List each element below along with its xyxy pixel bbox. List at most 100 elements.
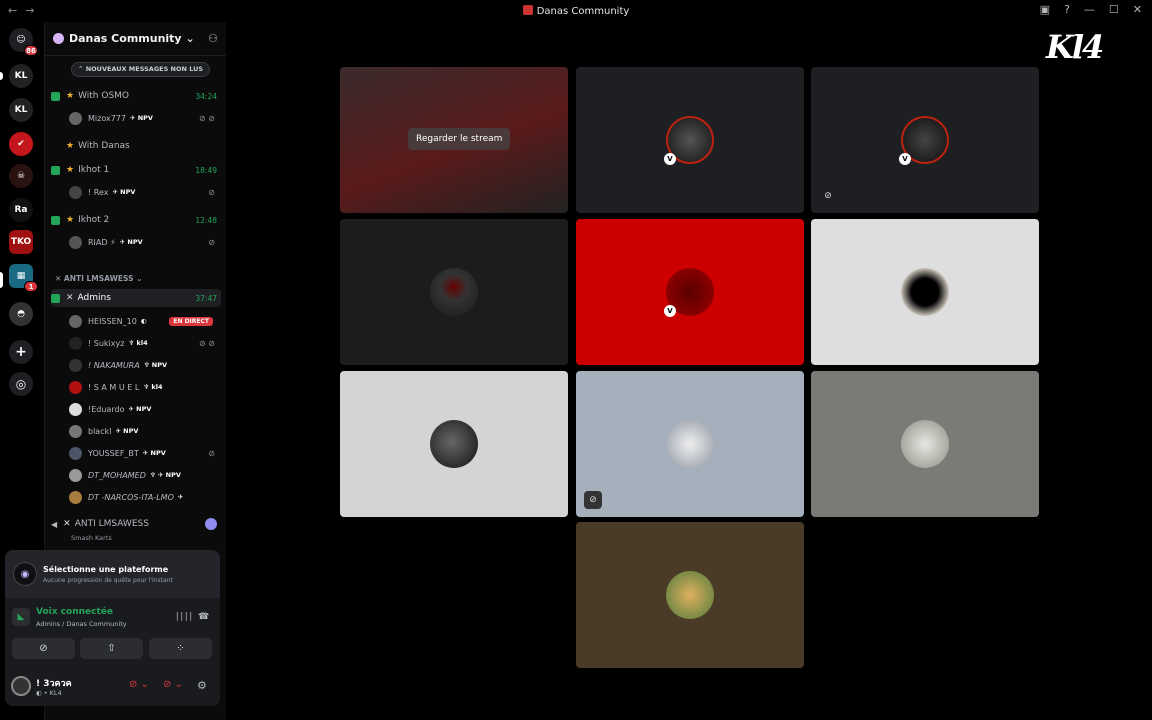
category-anti-lmsawess[interactable]: ✕ ANTI LMSAWESS ⌄	[55, 274, 142, 283]
new-messages-pill[interactable]: ⌃ NOUVEAUX MESSAGES NON LUS	[71, 62, 211, 77]
avatar	[69, 380, 82, 394]
participant-tile[interactable]: V	[576, 219, 804, 365]
muted-icon: ⊘	[208, 187, 215, 197]
muted-icon: ⊘	[584, 491, 602, 509]
participant-badge: V	[664, 305, 676, 317]
maximize-button[interactable]: ☐	[1109, 3, 1119, 16]
participant-badge: V	[664, 153, 676, 165]
channel-ikhot-1[interactable]: ★ Ikhot 1 18:49	[51, 161, 221, 179]
member-tag: ◐	[140, 317, 147, 325]
voice-member[interactable]: HEISSEN_10 ◐ EN DIRECT	[69, 312, 219, 330]
participant-avatar	[901, 268, 949, 316]
avatar	[69, 336, 82, 350]
server-skull[interactable]: ☠	[9, 164, 33, 188]
participant-tile[interactable]: V ⊘	[811, 67, 1039, 213]
channel-timer: 34:24	[195, 91, 217, 101]
participant-tile[interactable]	[576, 522, 804, 668]
channel-with-danas[interactable]: ★ With Danas	[51, 137, 221, 155]
activities-button[interactable]: ⁘	[149, 638, 212, 659]
member-tag: ✈	[177, 493, 184, 501]
voice-member[interactable]: !Eduardo ✈ NPV	[69, 400, 219, 418]
direct-messages-icon[interactable]: ☺ 86	[9, 28, 38, 56]
voice-panel: ◣ Voix connectée Admins / Danas Communit…	[5, 598, 220, 666]
user-avatar[interactable]	[11, 676, 31, 696]
discover-icon[interactable]: ◎	[9, 372, 33, 396]
participant-tile[interactable]	[811, 371, 1039, 517]
server-folder[interactable]: ▦ 1	[9, 264, 38, 292]
channel-with-osmo[interactable]: ★ With OSMO 34:24	[51, 87, 221, 105]
avatar	[69, 358, 82, 372]
voice-member[interactable]: Mizox777 ✈ NPV ⊘ ⊘	[69, 109, 219, 127]
channel-ikhot-2[interactable]: ★ Ikhot 2 12:48	[51, 211, 221, 229]
quest-panel[interactable]: ◉ Sélectionne une plateforme Aucune prog…	[5, 550, 220, 598]
voice-location[interactable]: Admins / Danas Community	[36, 620, 127, 628]
title-bar: ← → Danas Community ▣ ? — ☐ ✕	[0, 0, 1152, 22]
username[interactable]: ! 3วควค	[36, 676, 72, 690]
share-screen-button[interactable]: ⇧	[80, 638, 143, 659]
member-tag: ✈ NPV	[129, 114, 153, 122]
participant-tile[interactable]: ⊘	[576, 371, 804, 517]
user-status: ◐ • KL4	[36, 689, 62, 697]
avatar	[69, 235, 82, 249]
server-misc[interactable]: ◓	[9, 302, 33, 326]
window-controls: ▣ ? — ☐ ✕	[1040, 3, 1142, 16]
channel-anti-lmsawess[interactable]: ◀ ✕ ANTI LMSAWESS	[51, 515, 221, 533]
participant-avatar	[430, 420, 478, 468]
add-server-icon[interactable]: +	[9, 340, 33, 364]
muted-icon: ⊘ ⊘	[199, 338, 215, 348]
help-icon[interactable]: ?	[1064, 3, 1070, 16]
server-ra[interactable]: Ra	[9, 198, 33, 222]
participant-tile[interactable]: V	[576, 67, 804, 213]
voice-member[interactable]: RIAD ⚡ ✈ NPV ⊘	[69, 233, 219, 251]
signal-icon[interactable]: ◣	[12, 608, 30, 626]
mic-muted-icon[interactable]: ⊘ ⌄	[129, 679, 149, 690]
live-badge: EN DIRECT	[169, 316, 213, 326]
voice-member[interactable]: ! Sukixyz ♆ kl4 ⊘ ⊘	[69, 334, 219, 352]
voice-member[interactable]: ! Rex ✈ NPV ⊘	[69, 183, 219, 201]
star-icon: ★	[66, 165, 75, 175]
participant-tile[interactable]	[340, 219, 568, 365]
channel-timer: 18:49	[195, 165, 217, 175]
disconnect-icon[interactable]: ☎	[198, 612, 209, 622]
activity-label: Smash Karts	[71, 534, 112, 542]
star-icon: ★	[66, 91, 75, 101]
minimize-button[interactable]: —	[1084, 3, 1095, 16]
server-shield[interactable]: ✔	[9, 132, 33, 156]
participant-tile[interactable]	[340, 371, 568, 517]
camera-off-button[interactable]: ⊘	[12, 638, 75, 659]
close-button[interactable]: ✕	[1133, 3, 1142, 16]
server-tko[interactable]: TKO	[9, 230, 33, 254]
inbox-icon[interactable]: ▣	[1040, 3, 1050, 16]
kl4-logo: Kl4	[1046, 28, 1104, 66]
participant-avatar	[430, 268, 478, 316]
voice-member[interactable]: ! NAKAMURA ♆ NPV	[69, 356, 219, 374]
noise-suppression-icon[interactable]: ∣∣∣∣	[175, 612, 193, 622]
avatar	[69, 402, 82, 416]
voice-status[interactable]: Voix connectée	[36, 607, 113, 617]
avatar	[69, 185, 82, 199]
watch-stream-button[interactable]: Regarder le stream	[408, 128, 511, 150]
voice-member[interactable]: ! S A M U E L ♆ kl4	[69, 378, 219, 396]
muted-icon: ⊘	[208, 237, 215, 247]
voice-member[interactable]: blackl ✈ NPV	[69, 422, 219, 440]
server-pill	[0, 72, 3, 80]
server-kl4-b[interactable]: KL	[9, 98, 33, 122]
member-tag: ✈ NPV	[115, 427, 139, 435]
guild-header[interactable]: Danas Community ⌄ ⚇	[45, 22, 226, 56]
channel-admins[interactable]: ✕ Admins 37:47	[51, 289, 221, 307]
member-tag: ✈ NPV	[142, 449, 166, 457]
voice-member[interactable]: YOUSSEF_BT ✈ NPV ⊘	[69, 444, 219, 462]
voice-member[interactable]: DT_MOHAMED ♆ ✈ NPV	[69, 466, 219, 484]
add-member-icon[interactable]: ⚇	[208, 32, 218, 45]
unread-badge: 86	[24, 45, 38, 56]
server-kl4-a[interactable]: KL	[9, 64, 33, 88]
participant-tile[interactable]	[811, 219, 1039, 365]
deafen-icon[interactable]: ⊘ ⌄	[163, 679, 183, 690]
avatar	[69, 424, 82, 438]
star-icon: ★	[66, 141, 75, 151]
stream-tile[interactable]: Regarder le stream	[340, 67, 568, 213]
lock-icon	[51, 293, 60, 303]
voice-member[interactable]: DT -NARCOS-ITA-LMO ✈	[69, 488, 219, 506]
camera-off-icon: ⊘	[824, 191, 832, 201]
gear-icon[interactable]: ⚙	[197, 679, 207, 692]
